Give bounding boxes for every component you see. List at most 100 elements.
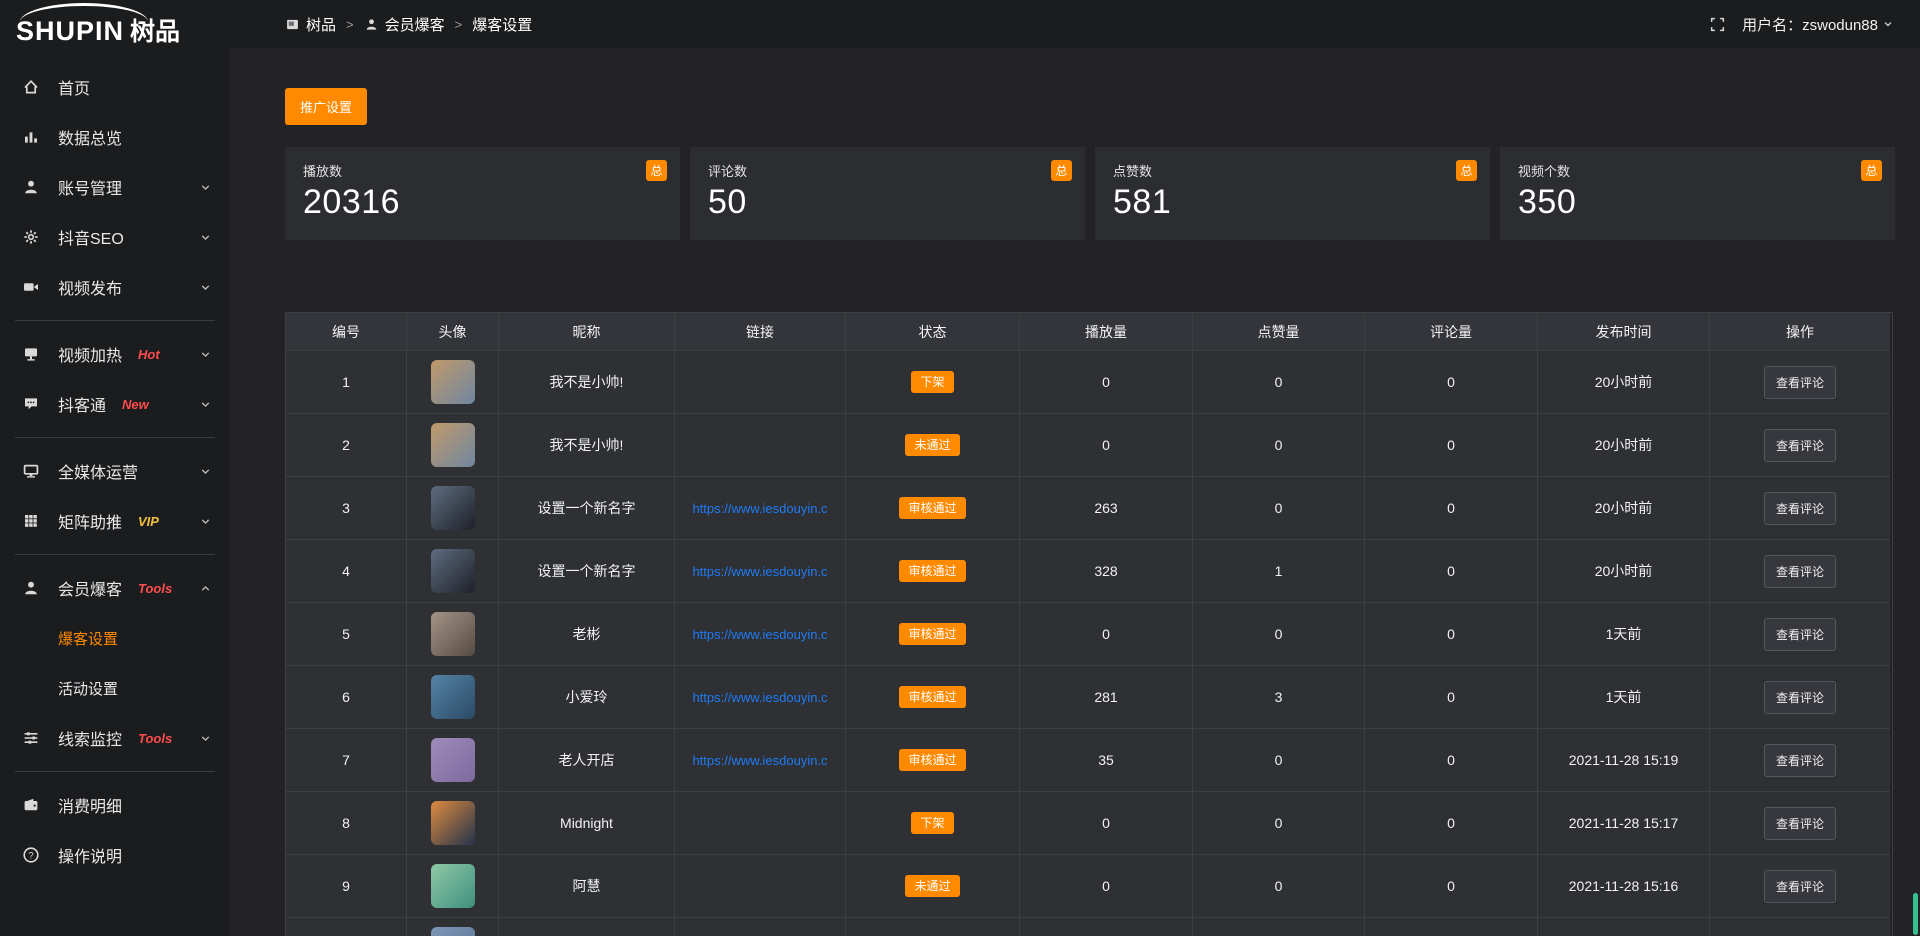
sidebar-item-视频发布[interactable]: 视频发布	[0, 262, 230, 312]
sidebar-item-抖客通[interactable]: 抖客通New	[0, 379, 230, 429]
breadcrumb-item-爆客设置[interactable]: 爆客设置	[472, 14, 532, 35]
sidebar-item-矩阵助推[interactable]: 矩阵助推 VIP	[0, 496, 230, 546]
sidebar-item-label: 会员爆客	[58, 576, 122, 600]
view-comments-button[interactable]: 查看评论	[1764, 555, 1836, 588]
table-header-操作: 操作	[1710, 313, 1890, 351]
sidebar-item-label: 矩阵助推	[58, 509, 122, 533]
cell-publish-time: 20小时前	[1538, 414, 1710, 477]
table-header-链接: 链接	[675, 313, 846, 351]
view-comments-button[interactable]: 查看评论	[1764, 492, 1836, 525]
sidebar-item-label: 抖音SEO	[58, 225, 124, 249]
view-comments-button[interactable]: 查看评论	[1764, 870, 1836, 903]
username-menu[interactable]: 用户名：zswodun88	[1742, 14, 1894, 35]
cell-nickname: Midnight	[499, 792, 675, 855]
chevron-down-icon	[199, 281, 212, 294]
cell-comments: 0	[1365, 729, 1538, 792]
view-comments-button[interactable]: 查看评论	[1764, 366, 1836, 399]
cell-id	[286, 918, 407, 936]
sidebar-item-tag: VIP	[138, 514, 159, 529]
sidebar-item-消费明细[interactable]: 消费明细	[0, 780, 230, 830]
table-header-row: 编号头像昵称链接状态播放量点赞量评论量发布时间操作	[286, 313, 1892, 351]
status-badge-审核通过: 审核通过	[899, 497, 965, 519]
sidebar-item-账号管理[interactable]: 账号管理	[0, 162, 230, 212]
cell-publish-time: 1天前	[1538, 666, 1710, 729]
sidebar-item-线索监控[interactable]: 线索监控Tools	[0, 713, 230, 763]
video-link[interactable]: https://www.iesdouyin.c	[692, 501, 827, 516]
avatar	[431, 864, 475, 908]
cell-publish-time: 2021-11-28 15:16	[1538, 855, 1710, 918]
sliders-icon	[22, 729, 46, 747]
cell-comments: 0	[1365, 414, 1538, 477]
cell-plays: 0	[1020, 855, 1193, 918]
gear-icon	[22, 228, 46, 246]
cell-plays: 35	[1020, 729, 1193, 792]
table-header-昵称: 昵称	[499, 313, 675, 351]
video-link[interactable]: https://www.iesdouyin.c	[692, 564, 827, 579]
cell-publish-time: 20小时前	[1538, 477, 1710, 540]
cell-status: 未通过	[846, 855, 1020, 918]
view-comments-button[interactable]: 查看评论	[1764, 807, 1836, 840]
video-link[interactable]: https://www.iesdouyin.c	[692, 627, 827, 642]
stat-value: 50	[708, 183, 1067, 222]
cell-actions: 查看评论	[1710, 855, 1890, 918]
breadcrumb-item-树品[interactable]: 树品	[285, 14, 336, 35]
cell-plays: 0	[1020, 414, 1193, 477]
table-header-播放量: 播放量	[1020, 313, 1193, 351]
video-link[interactable]: https://www.iesdouyin.c	[692, 753, 827, 768]
table-header-评论量: 评论量	[1365, 313, 1538, 351]
cell-avatar	[407, 918, 499, 936]
cell-link	[675, 414, 846, 477]
cell-publish-time: 2021-11-28 15:17	[1538, 792, 1710, 855]
cell-link	[675, 918, 846, 936]
cell-likes: 0	[1193, 792, 1365, 855]
fullscreen-icon[interactable]	[1709, 16, 1726, 33]
view-comments-button[interactable]: 查看评论	[1764, 744, 1836, 777]
sidebar-item-label: 视频加热	[58, 342, 122, 366]
cell-nickname: 小爱玲	[499, 666, 675, 729]
video-link[interactable]: https://www.iesdouyin.c	[692, 690, 827, 705]
sidebar-item-抖音SEO[interactable]: 抖音SEO	[0, 212, 230, 262]
stat-label: 播放数	[303, 161, 662, 180]
sidebar-subitem-活动设置[interactable]: 活动设置	[0, 663, 230, 713]
table-row: 7老人开店https://www.iesdouyin.c审核通过35002021…	[286, 729, 1892, 792]
table-row: 4设置一个新名字https://www.iesdouyin.c审核通过32810…	[286, 540, 1892, 603]
svg-text:?: ?	[28, 850, 33, 861]
sidebar-item-label: 全媒体运营	[58, 459, 138, 483]
status-badge-下架: 下架	[911, 371, 953, 393]
stat-card-评论数: 评论数50总	[690, 147, 1085, 240]
sidebar-item-视频加热[interactable]: 视频加热Hot	[0, 329, 230, 379]
breadcrumb-item-会员爆客[interactable]: 会员爆客	[364, 14, 445, 35]
logo-arc-decoration	[20, 3, 148, 22]
sidebar-item-操作说明[interactable]: ? 操作说明	[0, 830, 230, 880]
scrollbar-thumb[interactable]	[1913, 893, 1918, 935]
avatar	[431, 738, 475, 782]
sidebar-item-label: 操作说明	[58, 843, 122, 867]
cell-plays: 263	[1020, 477, 1193, 540]
cell-plays	[1020, 918, 1193, 936]
sidebar-subitem-爆客设置[interactable]: 爆客设置	[0, 613, 230, 663]
cell-id: 2	[286, 414, 407, 477]
cell-likes: 0	[1193, 729, 1365, 792]
breadcrumb: 树品>会员爆客>爆客设置	[285, 14, 532, 35]
app-logo[interactable]: SHUPIN树品	[0, 0, 230, 48]
stat-total-badge: 总	[1051, 160, 1072, 181]
person-icon	[364, 17, 379, 32]
promo-settings-button[interactable]: 推广设置	[285, 88, 367, 125]
cell-status	[846, 918, 1020, 936]
menu-divider	[15, 771, 215, 772]
sidebar-item-全媒体运营[interactable]: 全媒体运营	[0, 446, 230, 496]
view-comments-button[interactable]: 查看评论	[1764, 618, 1836, 651]
view-comments-button[interactable]: 查看评论	[1764, 429, 1836, 462]
cell-comments: 0	[1365, 603, 1538, 666]
question-icon: ?	[22, 846, 46, 864]
status-badge-审核通过: 审核通过	[899, 749, 965, 771]
avatar	[431, 801, 475, 845]
cell-actions	[1710, 918, 1890, 936]
cell-comments: 0	[1365, 666, 1538, 729]
user-icon	[22, 178, 46, 196]
sidebar-item-数据总览[interactable]: 数据总览	[0, 112, 230, 162]
sidebar-item-会员爆客[interactable]: 会员爆客Tools	[0, 563, 230, 613]
view-comments-button[interactable]: 查看评论	[1764, 681, 1836, 714]
cell-nickname: 老人开店	[499, 729, 675, 792]
sidebar-item-首页[interactable]: 首页	[0, 62, 230, 112]
